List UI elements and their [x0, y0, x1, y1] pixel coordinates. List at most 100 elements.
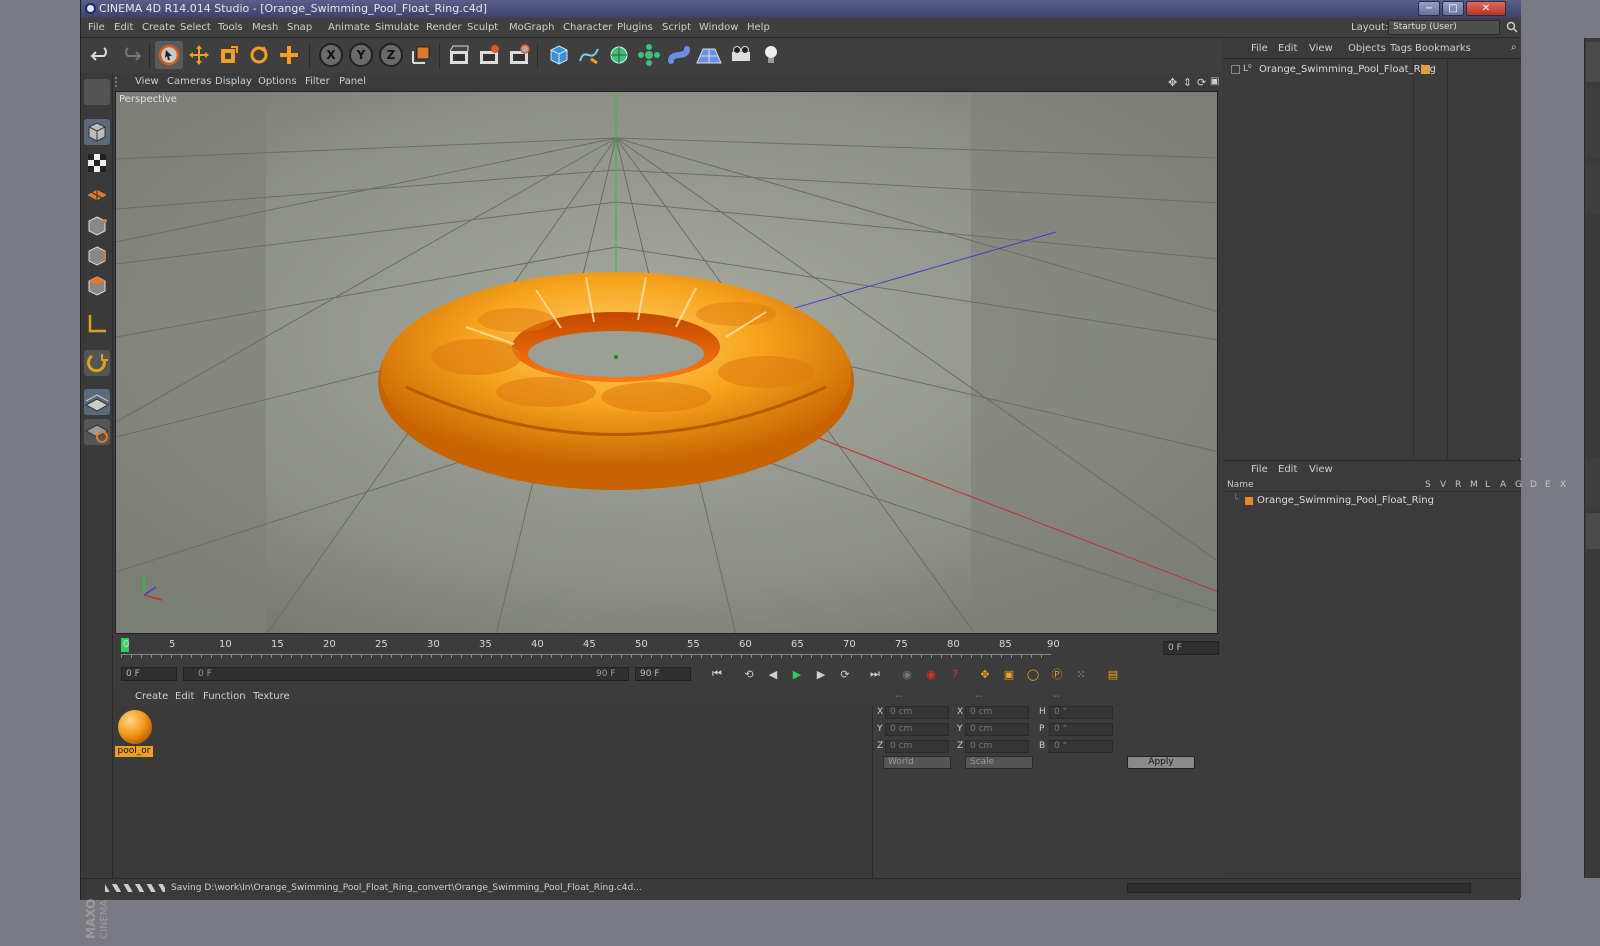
- om-menu-objects[interactable]: Objects: [1348, 43, 1386, 54]
- om-menu-view[interactable]: View: [1309, 43, 1333, 54]
- menu-animate[interactable]: Animate: [328, 22, 370, 33]
- menu-help[interactable]: Help: [747, 22, 770, 33]
- x-axis-icon[interactable]: X: [319, 43, 343, 67]
- object-row[interactable]: L⁰ Orange_Swimming_Pool_Float_Ring ⁚: [1227, 63, 1517, 77]
- record-keys-icon[interactable]: ◉: [897, 665, 917, 683]
- om-menu-edit[interactable]: Edit: [1278, 43, 1297, 54]
- menu-window[interactable]: Window: [699, 22, 738, 33]
- menu-edit[interactable]: Edit: [114, 22, 133, 33]
- next-frame-icon[interactable]: ▶: [811, 665, 831, 683]
- menu-sculpt[interactable]: Sculpt: [467, 22, 498, 33]
- size-z-field[interactable]: 0 cm: [965, 740, 1029, 753]
- autokey-icon[interactable]: ◉: [921, 665, 941, 683]
- redo-icon[interactable]: [117, 41, 145, 69]
- position-z-field[interactable]: 0 cm: [885, 740, 949, 753]
- menu-simulate[interactable]: Simulate: [375, 22, 419, 33]
- tab-layers[interactable]: [1586, 513, 1600, 549]
- end-frame-field[interactable]: 90 F: [635, 667, 691, 681]
- viewport-menu-options[interactable]: Options: [258, 76, 297, 87]
- menu-mograph[interactable]: MoGraph: [509, 22, 554, 33]
- menu-plugins[interactable]: Plugins: [617, 22, 653, 33]
- tab-attributes[interactable]: [1586, 458, 1600, 508]
- live-selection-icon[interactable]: [155, 41, 183, 69]
- rotation-b-field[interactable]: 0 °: [1049, 740, 1113, 753]
- rotation-p-field[interactable]: 0 °: [1049, 723, 1113, 736]
- close-button[interactable]: ✕: [1466, 1, 1506, 16]
- position-y-field[interactable]: 0 cm: [885, 723, 949, 736]
- timeline-ruler[interactable]: 0 5 10 15 20 25 30 35 40 45 50 55 60 65 …: [113, 636, 1221, 660]
- material-menu-function[interactable]: Function: [203, 691, 246, 702]
- lm-menu-file[interactable]: File: [1251, 464, 1268, 475]
- snap-grid-icon[interactable]: [84, 389, 110, 415]
- menu-character[interactable]: Character: [563, 22, 612, 33]
- visibility-dots-icon[interactable]: ⁚: [1433, 64, 1436, 73]
- add-object-icon[interactable]: [275, 41, 303, 69]
- previous-frame-icon[interactable]: ◀: [763, 665, 783, 683]
- go-to-start-icon[interactable]: ⏮: [707, 665, 727, 683]
- light-icon[interactable]: [757, 41, 785, 69]
- play-icon[interactable]: ▶: [787, 665, 807, 683]
- viewport-menu-filter[interactable]: Filter: [305, 76, 330, 87]
- apply-button[interactable]: Apply: [1127, 756, 1195, 769]
- orange-float-ring[interactable]: [378, 272, 854, 490]
- horizontal-scrollbar[interactable]: [1127, 883, 1471, 893]
- axis-mode-icon[interactable]: [84, 311, 110, 337]
- tweak-mode-icon[interactable]: [84, 350, 110, 376]
- make-editable-icon[interactable]: [84, 79, 110, 105]
- om-search-icon[interactable]: ⌕: [1511, 42, 1517, 53]
- menu-render[interactable]: Render: [426, 22, 462, 33]
- subdivision-icon[interactable]: [605, 41, 633, 69]
- perspective-viewport[interactable]: Perspective: [115, 91, 1218, 634]
- camera-icon[interactable]: [727, 41, 755, 69]
- material-swatch[interactable]: pool_or: [113, 706, 157, 760]
- coordinate-system-icon[interactable]: [407, 41, 435, 69]
- viewport-menu-display[interactable]: Display: [215, 76, 252, 87]
- floor-icon[interactable]: [695, 41, 723, 69]
- array-icon[interactable]: [635, 41, 663, 69]
- frame-range-slider[interactable]: 0 F 90 F: [183, 667, 629, 681]
- layer-color-tag[interactable]: [1421, 65, 1430, 74]
- menu-mesh[interactable]: Mesh: [252, 22, 278, 33]
- cube-icon[interactable]: [545, 41, 573, 69]
- menu-snap[interactable]: Snap: [287, 22, 312, 33]
- edges-mode-icon[interactable]: [84, 243, 110, 269]
- render-view-icon[interactable]: [445, 41, 473, 69]
- menu-select[interactable]: Select: [180, 22, 211, 33]
- size-y-field[interactable]: 0 cm: [965, 723, 1029, 736]
- viewport-menu-panel[interactable]: Panel: [339, 76, 366, 87]
- workplane-mode-icon[interactable]: [84, 181, 110, 207]
- viewport-menu-cameras[interactable]: Cameras: [167, 76, 211, 87]
- tab-content-browser[interactable]: [1586, 88, 1600, 158]
- om-menu-file[interactable]: File: [1251, 43, 1268, 54]
- coordinate-mode-dropdown[interactable]: World: [883, 756, 951, 769]
- size-x-field[interactable]: 0 cm: [965, 706, 1029, 719]
- go-to-end-icon[interactable]: ⏭: [865, 665, 885, 683]
- material-menu-create[interactable]: Create: [135, 691, 168, 702]
- rotate-icon[interactable]: [245, 41, 273, 69]
- expand-icon[interactable]: [1231, 65, 1240, 74]
- model-mode-icon[interactable]: [84, 119, 110, 145]
- next-key-icon[interactable]: ⟳: [835, 665, 855, 683]
- viewport-menu-view[interactable]: View: [135, 76, 159, 87]
- scheme-icon[interactable]: ▤: [1103, 665, 1123, 683]
- move-icon[interactable]: [185, 41, 213, 69]
- points-mode-icon[interactable]: [84, 213, 110, 239]
- lm-menu-view[interactable]: View: [1309, 464, 1333, 475]
- layer-color-swatch[interactable]: [1245, 497, 1253, 505]
- lm-menu-edit[interactable]: Edit: [1278, 464, 1297, 475]
- undo-icon[interactable]: [87, 41, 115, 69]
- point-level-animation-icon[interactable]: ⁙: [1071, 665, 1091, 683]
- deformer-icon[interactable]: [665, 41, 693, 69]
- material-menu-edit[interactable]: Edit: [175, 691, 194, 702]
- viewport-toggle-icon[interactable]: ▣: [1210, 76, 1219, 87]
- scale-icon[interactable]: [215, 41, 243, 69]
- y-axis-icon[interactable]: Y: [349, 43, 373, 67]
- previous-key-icon[interactable]: ⟲: [739, 665, 759, 683]
- search-icon[interactable]: [1506, 21, 1518, 33]
- viewport-move-icon[interactable]: ✥: [1168, 76, 1177, 89]
- material-menu-texture[interactable]: Texture: [253, 691, 290, 702]
- maximize-button[interactable]: □: [1442, 1, 1464, 16]
- parameter-track-icon[interactable]: Ⓟ: [1047, 665, 1067, 683]
- texture-mode-icon[interactable]: [84, 150, 110, 176]
- tab-structure[interactable]: [1586, 164, 1600, 214]
